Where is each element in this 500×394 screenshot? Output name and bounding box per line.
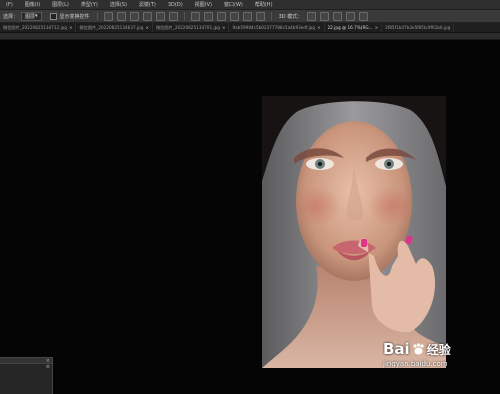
menu-type[interactable]: 类型(Y): [75, 1, 104, 8]
close-icon[interactable]: ×: [375, 25, 379, 30]
close-icon[interactable]: ×: [317, 25, 321, 30]
tab-label: 微信图片_20220825134701.jpg: [155, 24, 220, 30]
watermark-brand-bai: Bai: [383, 340, 410, 358]
3d-scale-icon[interactable]: [359, 11, 369, 21]
divider: [270, 12, 272, 20]
horizontal-ruler: [0, 33, 500, 40]
menu-image[interactable]: 图像(I): [19, 1, 46, 8]
document-tab[interactable]: 微信图片_20220825134637.jpg ×: [76, 23, 153, 32]
tab-label: 22.jpg @ 16.7%(RG...: [327, 25, 373, 30]
distribute-middle-icon[interactable]: [203, 11, 213, 21]
document-tab[interactable]: 微信图片_20220825134712.jpg ×: [0, 23, 77, 32]
3d-slide-icon[interactable]: [346, 11, 356, 21]
document-tabs: 微信图片_20220825134712.jpg × 微信图片_2022082513…: [0, 23, 500, 33]
3d-pan-icon[interactable]: [333, 11, 343, 21]
close-icon[interactable]: ×: [69, 25, 73, 30]
portrait-image: [262, 96, 446, 368]
watermark-url: jingyan.baidu.com: [383, 360, 448, 368]
paw-icon: [412, 342, 425, 356]
divider: [96, 12, 98, 20]
options-bar: 选择： 图层 ▾ 显示变换控件 3D 模式：: [0, 10, 500, 23]
align-right-icon[interactable]: [168, 11, 178, 21]
3d-roll-icon[interactable]: [320, 11, 330, 21]
menu-window[interactable]: 窗口(W): [218, 1, 249, 8]
panel-header[interactable]: [0, 358, 52, 364]
document-tab-active[interactable]: 22.jpg @ 16.7%(RG... ×: [325, 23, 383, 32]
document-tab[interactable]: 9ab59984c5b02377788c5a4b93edf.jpg ×: [229, 23, 325, 32]
watermark-brand-jingyan: 经验: [426, 342, 451, 357]
3d-rotate-icon[interactable]: [307, 11, 317, 21]
close-icon[interactable]: ×: [222, 25, 226, 30]
document-tab[interactable]: 2f85f1b47b3e5f6f3c9f61b6.jpg: [382, 23, 455, 32]
floating-panel: × ≡: [0, 357, 53, 394]
menu-bar: (F) 图像(I) 图层(L) 类型(Y) 选择(S) 滤镜(T) 3D(D) …: [0, 0, 500, 10]
chevron-down-icon: ▾: [35, 13, 38, 19]
align-bottom-icon[interactable]: [129, 11, 139, 21]
panel-menu-icon[interactable]: ≡: [46, 364, 50, 370]
document-tab[interactable]: 微信图片_20220825134701.jpg ×: [153, 23, 230, 32]
distribute-right-icon[interactable]: [255, 11, 265, 21]
auto-select-value: 图层: [25, 13, 36, 20]
tab-label: 9ab59984c5b02377788c5a4b93edf.jpg: [232, 25, 315, 30]
distribute-bottom-icon[interactable]: [216, 11, 226, 21]
tab-label: 微信图片_20220825134637.jpg: [79, 24, 144, 30]
3d-mode-label: 3D 模式：: [278, 13, 303, 20]
align-left-icon[interactable]: [142, 11, 152, 21]
menu-layer[interactable]: 图层(L): [46, 1, 75, 8]
menu-select[interactable]: 选择(S): [104, 1, 133, 8]
show-transform-label: 显示变换控件: [59, 13, 90, 20]
menu-view[interactable]: 视图(V): [189, 1, 218, 8]
align-middle-icon[interactable]: [116, 11, 126, 21]
menu-3d[interactable]: 3D(D): [162, 2, 189, 8]
tab-label: 微信图片_20220825134712.jpg: [3, 24, 67, 30]
close-icon[interactable]: ×: [145, 25, 149, 30]
auto-select-label: 选择：: [3, 13, 19, 20]
align-center-icon[interactable]: [155, 11, 165, 21]
menu-help[interactable]: 帮助(H): [249, 1, 279, 8]
distribute-center-icon[interactable]: [242, 11, 252, 21]
menu-filter[interactable]: 滤镜(T): [133, 1, 162, 8]
distribute-left-icon[interactable]: [229, 11, 239, 21]
auto-select-dropdown[interactable]: 图层 ▾: [21, 11, 42, 21]
show-transform-checkbox[interactable]: [49, 12, 57, 20]
menu-file[interactable]: (F): [0, 2, 19, 8]
baidu-watermark: Bai 经验 jingyan.baidu.com: [383, 340, 483, 380]
divider: [183, 12, 185, 20]
align-top-icon[interactable]: [103, 11, 113, 21]
distribute-top-icon[interactable]: [190, 11, 200, 21]
tab-label: 2f85f1b47b3e5f6f3c9f61b6.jpg: [385, 25, 451, 30]
